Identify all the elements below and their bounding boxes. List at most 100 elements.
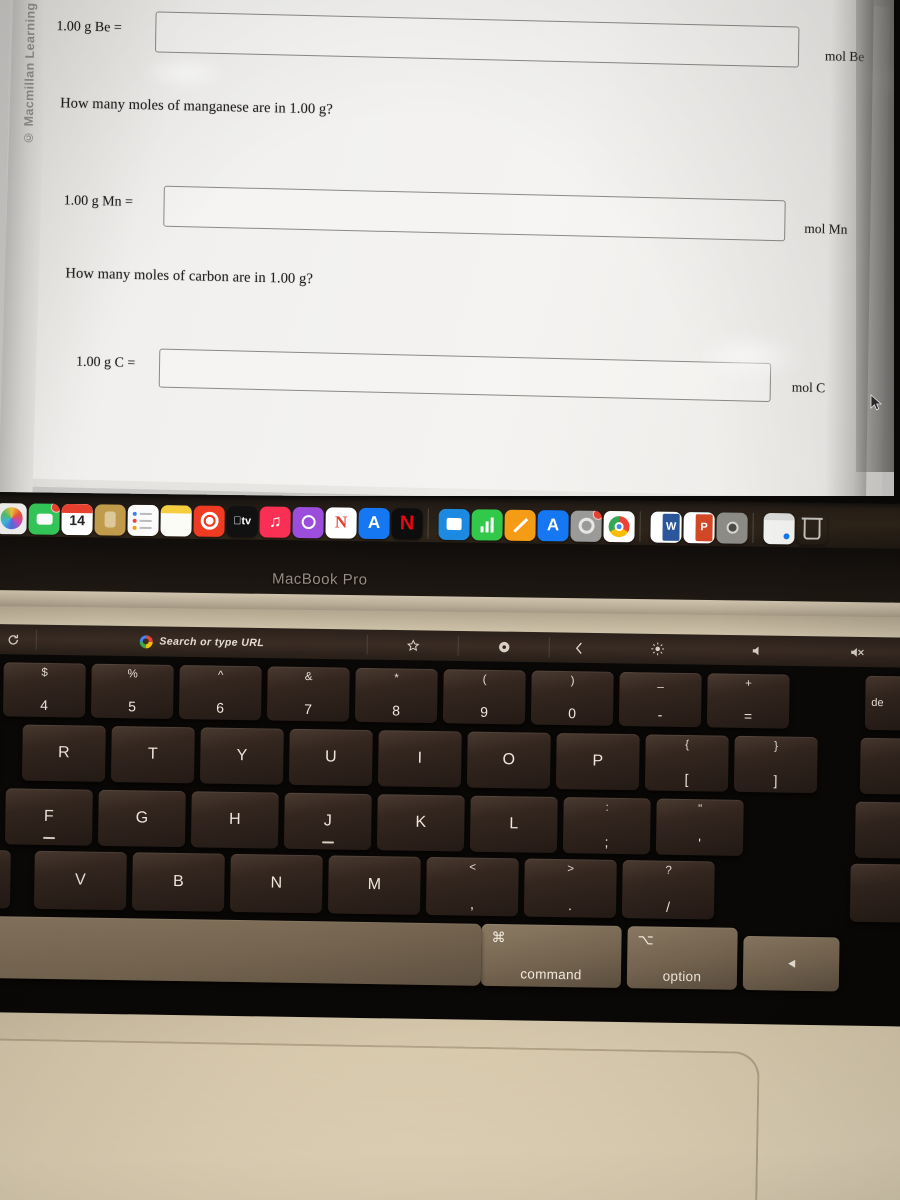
key-shift-right[interactable] <box>849 863 900 923</box>
keyboard[interactable]: $4% 5 ^ 6 & 7 * 8(9) 0 _ - + = R T Y U I O P{[}] F G H J K L:; "… <box>0 650 900 1045</box>
dock-item-facetime[interactable] <box>28 502 60 535</box>
key-j[interactable]: J <box>283 792 372 851</box>
dock-item-finder-window[interactable] <box>763 512 795 544</box>
dock-separator <box>639 511 646 542</box>
key-t[interactable]: T <box>110 725 195 784</box>
key-punct-,[interactable]: <, <box>425 856 519 917</box>
key-punct-'[interactable]: " ' <box>655 798 744 856</box>
chevron-left-icon[interactable] <box>550 634 608 661</box>
key-punct-;[interactable]: :; <box>562 797 651 855</box>
dock-item-netflix[interactable]: N <box>391 507 423 540</box>
key-bracket-][interactable]: }] <box>733 735 818 794</box>
profile-icon[interactable] <box>459 633 549 660</box>
mn-unit-label: mol Mn <box>804 220 848 237</box>
keyboard-row-modifiers[interactable]: ⌘ command ⌥ option <box>480 923 840 992</box>
dock-item-numbers[interactable] <box>471 508 503 541</box>
dock-item-apple-tv[interactable]: tv <box>226 505 258 537</box>
key-m[interactable]: M <box>327 855 421 915</box>
touchbar-refresh-icon[interactable] <box>0 626 36 653</box>
dock-item-music[interactable]: ♫ <box>259 505 291 538</box>
key-y[interactable]: Y <box>199 727 284 785</box>
dock-item-photo-app[interactable] <box>193 505 225 537</box>
keyboard-row-home[interactable]: F G H J K L:; " ' <box>4 788 744 856</box>
dock-item-chrome[interactable] <box>603 510 635 542</box>
key-legend: M <box>367 876 382 894</box>
dock-item-system-settings[interactable] <box>570 510 602 542</box>
dock-badge-facetime <box>50 502 60 513</box>
star-icon[interactable] <box>368 632 458 659</box>
dock-item-reminders[interactable] <box>127 504 159 536</box>
dock-item-calendar[interactable]: 14 <box>61 503 93 535</box>
key-legend-top: ) <box>570 675 575 688</box>
key-legend: O <box>502 751 516 769</box>
key-backslash[interactable] <box>859 737 900 795</box>
be-row-label: 1.00 g Be = <box>56 19 122 36</box>
command-key[interactable]: ⌘ command <box>480 923 622 989</box>
macmillan-learning-watermark: © Macmillan Learning <box>21 2 38 145</box>
key-bracket-[[interactable]: {[ <box>644 734 729 792</box>
key-return[interactable] <box>854 801 900 859</box>
key-i[interactable]: I <box>377 730 462 788</box>
dock-item-powerpoint[interactable]: P <box>683 511 715 543</box>
key-5[interactable]: % 5 <box>90 663 174 719</box>
key-legend-bottom: 6 <box>216 699 225 716</box>
key-7[interactable]: & 7 <box>266 666 350 722</box>
key-h[interactable]: H <box>190 791 279 849</box>
key-g[interactable]: G <box>97 789 186 848</box>
dock-item-app-store-2[interactable]: A <box>537 509 569 541</box>
key-legend-top: + <box>745 677 753 691</box>
key-punct-/[interactable]: ? / <box>621 860 715 920</box>
dock-item-trash[interactable] <box>796 513 827 544</box>
key-b[interactable]: B <box>131 852 225 912</box>
dock-item-pages[interactable] <box>504 509 536 541</box>
mute-icon[interactable] <box>807 638 900 665</box>
key-partial-shift[interactable] <box>0 849 11 909</box>
dock-item-keynote[interactable] <box>438 508 470 540</box>
key-legend-top: } <box>774 740 779 753</box>
key-r[interactable]: R <box>21 724 106 782</box>
key-l[interactable]: L <box>469 795 558 853</box>
arrow-left-icon[interactable] <box>742 935 840 992</box>
key-v[interactable]: V <box>33 850 127 911</box>
key-u[interactable]: U <box>288 728 373 787</box>
c-row-label: 1.00 g C = <box>75 354 136 372</box>
spacebar-key[interactable] <box>0 915 482 986</box>
key-8[interactable]: * 8 <box>354 667 438 724</box>
dock-item-photos[interactable] <box>0 502 27 534</box>
key-punct-.[interactable]: >. <box>523 858 617 918</box>
dock-item-contacts[interactable] <box>94 503 126 536</box>
dock-item-photo-booth[interactable] <box>716 511 748 544</box>
dock-item-app-store[interactable]: A <box>358 507 390 539</box>
key-6[interactable]: ^ 6 <box>178 665 262 721</box>
key-legend: B <box>172 872 184 891</box>
dock-item-notes[interactable] <box>160 504 192 537</box>
keyboard-row-numbers[interactable]: $4% 5 ^ 6 & 7 * 8(9) 0 _ - + = <box>2 662 790 729</box>
key-legend: R <box>57 744 70 762</box>
keyboard-row-bottom[interactable]: V B N M <, >.? / <box>33 850 715 920</box>
mn-row-label: 1.00 g Mn = <box>63 193 134 210</box>
key-legend-bottom: ' <box>698 835 702 852</box>
key-9[interactable]: (9 <box>442 669 526 725</box>
key-k[interactable]: K <box>376 794 465 852</box>
keyboard-row-qwerty[interactable]: R T Y U I O P{[}] <box>21 724 818 794</box>
key-legend-bottom: 0 <box>568 705 577 722</box>
key--[interactable]: _ - <box>618 671 702 728</box>
key-4[interactable]: $4 <box>2 662 86 718</box>
brightness-icon[interactable] <box>608 635 708 662</box>
key-0[interactable]: ) 0 <box>530 670 614 726</box>
dock-item-microsoft-word[interactable]: W <box>650 511 682 543</box>
key-f[interactable]: F <box>4 788 93 846</box>
dock-item-podcasts[interactable] <box>292 506 324 538</box>
key-=[interactable]: + = <box>706 673 790 729</box>
delete-key[interactable]: de <box>864 675 900 731</box>
key-o[interactable]: O <box>466 731 551 789</box>
key-p[interactable]: P <box>555 732 640 791</box>
dock-item-news[interactable]: N <box>325 506 357 539</box>
trackpad[interactable] <box>0 1038 760 1200</box>
key-legend: U <box>324 748 337 766</box>
key-legend: K <box>415 813 427 831</box>
key-legend: N <box>270 874 283 892</box>
key-n[interactable]: N <box>229 853 323 914</box>
option-key[interactable]: ⌥ option <box>626 926 738 990</box>
volume-icon[interactable] <box>708 637 808 664</box>
